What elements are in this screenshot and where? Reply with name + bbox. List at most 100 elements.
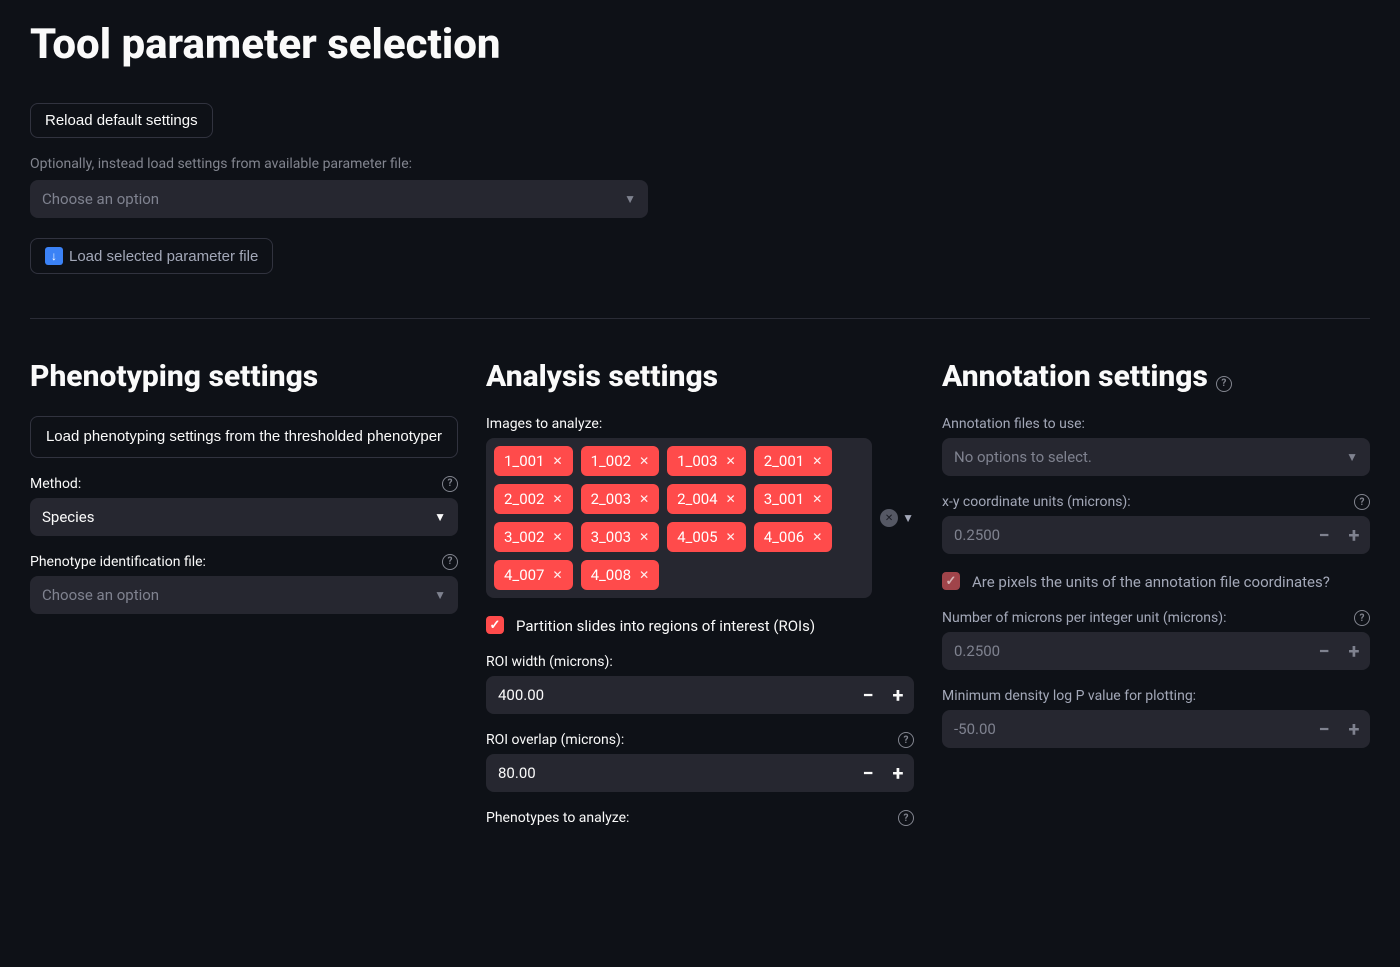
roi-overlap-value: 80.00 [498, 764, 536, 782]
decrement-button[interactable]: − [1314, 641, 1334, 661]
roi-width-input[interactable]: 400.00 [486, 676, 914, 714]
image-tag[interactable]: 4_006 ✕ [754, 522, 833, 552]
pixel-units-label: Are pixels the units of the annotation f… [972, 572, 1330, 592]
microns-per-unit-input[interactable]: 0.2500 [942, 632, 1370, 670]
partition-checkbox-row[interactable]: ✓ Partition slides into regions of inter… [486, 616, 914, 636]
increment-button[interactable]: + [888, 685, 908, 705]
pixel-units-checkbox[interactable]: ✓ [942, 572, 960, 590]
image-tag[interactable]: 3_003✕ [581, 522, 660, 552]
remove-tag-icon[interactable]: ✕ [553, 568, 563, 582]
section-divider [30, 318, 1370, 319]
min-density-value: -50.00 [954, 720, 996, 738]
remove-tag-icon[interactable]: ✕ [553, 530, 563, 544]
image-tag[interactable]: 1_003✕ [667, 446, 746, 476]
image-tag[interactable]: 4_007 ✕ [494, 560, 573, 590]
annotation-files-label: Annotation files to use: [942, 416, 1085, 432]
microns-per-unit-label: Number of microns per integer unit (micr… [942, 610, 1227, 626]
image-tag[interactable]: 3_001 ✕ [754, 484, 833, 514]
help-icon[interactable]: ? [442, 476, 458, 492]
pixel-units-checkbox-row[interactable]: ✓ Are pixels the units of the annotation… [942, 572, 1370, 592]
chevron-down-icon[interactable]: ▼ [902, 511, 914, 525]
roi-overlap-input[interactable]: 80.00 [486, 754, 914, 792]
remove-tag-icon[interactable]: ✕ [726, 454, 736, 468]
chevron-down-icon: ▼ [624, 192, 636, 206]
image-tag-label: 4_006 [764, 528, 805, 546]
image-tag[interactable]: 1_001 ✕ [494, 446, 573, 476]
xy-units-input[interactable]: 0.2500 [942, 516, 1370, 554]
annotation-files-placeholder: No options to select. [954, 448, 1092, 466]
load-parameter-file-label: Load selected parameter file [69, 248, 258, 265]
clear-all-icon[interactable]: ✕ [880, 509, 898, 527]
image-tag[interactable]: 1_002 ✕ [581, 446, 660, 476]
roi-width-label: ROI width (microns): [486, 654, 613, 670]
parameter-file-placeholder: Choose an option [42, 190, 159, 208]
ident-file-select[interactable]: Choose an option ▼ [30, 576, 458, 614]
partition-label: Partition slides into regions of interes… [516, 616, 815, 636]
decrement-button[interactable]: − [858, 685, 878, 705]
help-icon[interactable]: ? [898, 732, 914, 748]
chevron-down-icon: ▼ [434, 588, 446, 602]
image-tag[interactable]: 2_003 ✕ [581, 484, 660, 514]
load-phenotyping-label: Load phenotyping settings from the thres… [46, 427, 442, 447]
ident-file-label: Phenotype identification file: [30, 554, 206, 570]
remove-tag-icon[interactable]: ✕ [639, 530, 649, 544]
partition-checkbox[interactable]: ✓ [486, 616, 504, 634]
image-tag[interactable]: 4_008 ✕ [581, 560, 660, 590]
image-tag[interactable]: 2_004 ✕ [667, 484, 746, 514]
parameter-file-select[interactable]: Choose an option ▼ [30, 180, 648, 218]
images-label: Images to analyze: [486, 416, 602, 432]
decrement-button[interactable]: − [858, 763, 878, 783]
remove-tag-icon[interactable]: ✕ [553, 454, 563, 468]
load-phenotyping-button[interactable]: Load phenotyping settings from the thres… [30, 416, 458, 458]
image-tag-label: 3_001 [764, 490, 805, 508]
images-multiselect[interactable]: 1_001✕1_002✕1_003✕2_001✕2_002✕2_003✕2_00… [486, 438, 872, 598]
annotation-heading: Annotation settings [942, 359, 1208, 394]
load-parameter-file-button[interactable]: ↓ Load selected parameter file [30, 238, 273, 274]
image-tag-label: 2_004 [677, 490, 718, 508]
image-tag-label: 2_003 [591, 490, 632, 508]
help-icon[interactable]: ? [1216, 376, 1232, 392]
image-tag[interactable]: 2_001 ✕ [754, 446, 833, 476]
increment-button[interactable]: + [888, 763, 908, 783]
image-tag[interactable]: 2_002 ✕ [494, 484, 573, 514]
remove-tag-icon[interactable]: ✕ [639, 454, 649, 468]
remove-tag-icon[interactable]: ✕ [639, 492, 649, 506]
help-icon[interactable]: ? [1354, 494, 1370, 510]
image-tag-label: 1_002 [591, 452, 632, 470]
decrement-button[interactable]: − [1314, 719, 1334, 739]
remove-tag-icon[interactable]: ✕ [639, 568, 649, 582]
method-value: Species [42, 508, 94, 526]
microns-per-unit-value: 0.2500 [954, 642, 1000, 660]
image-tag-label: 4_005 [677, 528, 718, 546]
image-tag-label: 4_007 [504, 566, 545, 584]
roi-width-value: 400.00 [498, 686, 544, 704]
min-density-input[interactable]: -50.00 [942, 710, 1370, 748]
image-tag[interactable]: 3_002✕ [494, 522, 573, 552]
help-icon[interactable]: ? [1354, 610, 1370, 626]
image-tag-label: 2_001 [764, 452, 805, 470]
remove-tag-icon[interactable]: ✕ [812, 492, 822, 506]
remove-tag-icon[interactable]: ✕ [726, 492, 736, 506]
chevron-down-icon: ▼ [434, 510, 446, 524]
image-tag-label: 2_002 [504, 490, 545, 508]
image-tag[interactable]: 4_005 ✕ [667, 522, 746, 552]
help-icon[interactable]: ? [442, 554, 458, 570]
decrement-button[interactable]: − [1314, 525, 1334, 545]
method-select[interactable]: Species ▼ [30, 498, 458, 536]
increment-button[interactable]: + [1344, 641, 1364, 661]
reload-default-button[interactable]: Reload default settings [30, 103, 213, 138]
reload-default-label: Reload default settings [45, 112, 198, 129]
remove-tag-icon[interactable]: ✕ [726, 530, 736, 544]
increment-button[interactable]: + [1344, 719, 1364, 739]
chevron-down-icon: ▼ [1346, 450, 1358, 464]
remove-tag-icon[interactable]: ✕ [553, 492, 563, 506]
analysis-heading: Analysis settings [486, 359, 718, 394]
annotation-column: Annotation settings ? Annotation files t… [942, 359, 1370, 844]
increment-button[interactable]: + [1344, 525, 1364, 545]
image-tag-label: 4_008 [591, 566, 632, 584]
help-icon[interactable]: ? [898, 810, 914, 826]
remove-tag-icon[interactable]: ✕ [812, 454, 822, 468]
remove-tag-icon[interactable]: ✕ [812, 530, 822, 544]
image-tag-label: 1_001 [504, 452, 545, 470]
annotation-files-select[interactable]: No options to select. ▼ [942, 438, 1370, 476]
